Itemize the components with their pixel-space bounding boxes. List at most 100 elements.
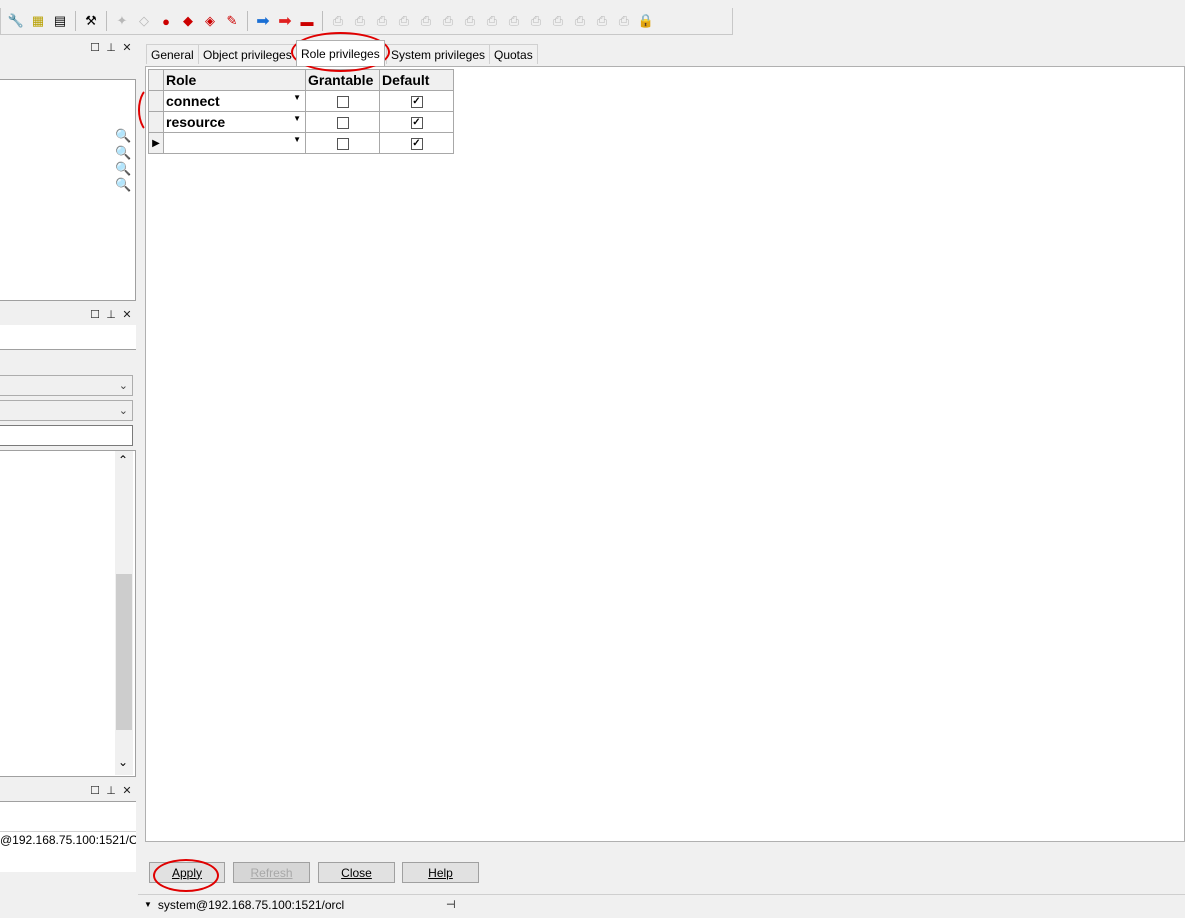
- current-row-indicator-icon[interactable]: ▶: [148, 132, 164, 154]
- grantable-cell: [305, 132, 380, 154]
- commit-icon[interactable]: ◆: [177, 10, 199, 32]
- debug-icon[interactable]: ✎: [221, 10, 243, 32]
- grantable-cell: [305, 90, 380, 112]
- disabled-tool-icon[interactable]: ⎙: [569, 10, 591, 32]
- dropdown-arrow-icon[interactable]: ▼: [293, 93, 301, 102]
- search-icon[interactable]: 🔍: [115, 161, 131, 177]
- panel-header-top: ☐ ⊥ ✕: [0, 38, 136, 58]
- annotation-circle-apply-button: [153, 859, 219, 892]
- scroll-down-icon[interactable]: ⌄: [118, 755, 128, 769]
- role-cell[interactable]: connect ▼: [163, 90, 306, 112]
- close-button[interactable]: Close: [318, 862, 395, 883]
- stop-icon[interactable]: ●: [155, 10, 177, 32]
- pin-icon[interactable]: ⊥: [106, 42, 116, 54]
- toolbar-separator: [247, 11, 248, 31]
- status-dropdown-icon[interactable]: ▼: [144, 900, 152, 909]
- default-checkbox[interactable]: [410, 138, 423, 151]
- connection-item[interactable]: @192.168.75.100:1521/OR: [0, 831, 136, 847]
- scrollbar[interactable]: ⌃ ⌄: [115, 451, 133, 775]
- explain-plan-icon[interactable]: 🔧: [5, 10, 27, 32]
- report-icon[interactable]: ▤: [49, 10, 71, 32]
- disabled-tool-icon[interactable]: ⎙: [437, 10, 459, 32]
- disabled-tool-icon[interactable]: ⎙: [393, 10, 415, 32]
- sql-editor-icon[interactable]: ▦: [27, 10, 49, 32]
- owner-select[interactable]: ⌄: [0, 400, 133, 421]
- disabled-tool-icon[interactable]: ⎙: [547, 10, 569, 32]
- scroll-thumb[interactable]: [116, 574, 132, 730]
- step-blue-icon[interactable]: ➡: [252, 10, 274, 32]
- toolbar-separator: [322, 11, 323, 31]
- column-header-grantable[interactable]: Grantable: [305, 69, 380, 91]
- role-value: connect: [166, 93, 220, 109]
- role-privileges-grid: Role Grantable Default connect ▼ resource…: [148, 69, 454, 154]
- dropdown-arrow-icon[interactable]: ▼: [293, 114, 301, 123]
- panel-header-bottom: ☐ ⊥ ✕: [0, 781, 136, 801]
- pin-icon[interactable]: ⊥: [106, 309, 116, 321]
- grantable-cell: [305, 111, 380, 133]
- disabled-tool-icon[interactable]: ⎙: [503, 10, 525, 32]
- search-icon[interactable]: 🔍: [115, 177, 131, 193]
- role-privileges-content: [145, 66, 1185, 842]
- default-checkbox[interactable]: [410, 96, 423, 109]
- refresh-button[interactable]: Refresh: [233, 862, 310, 883]
- help-button[interactable]: Help: [402, 862, 479, 883]
- grantable-checkbox[interactable]: [336, 96, 349, 109]
- disabled-tool-icon[interactable]: ⎙: [327, 10, 349, 32]
- table-row: ▶ ▼: [148, 132, 454, 154]
- restore-icon[interactable]: ☐: [90, 42, 100, 54]
- toolbar-separator: [106, 11, 107, 31]
- object-type-select[interactable]: ⌄: [0, 375, 133, 396]
- status-connection[interactable]: system@192.168.75.100:1521/orcl: [158, 898, 344, 912]
- role-cell[interactable]: ▼: [163, 132, 306, 154]
- tab-general[interactable]: General: [146, 44, 199, 64]
- grantable-checkbox[interactable]: [336, 117, 349, 130]
- run-lock-icon[interactable]: 🔒: [635, 10, 657, 32]
- break-icon[interactable]: ▬: [296, 10, 318, 32]
- grantable-checkbox[interactable]: [336, 138, 349, 151]
- annotation-bracket-roles: [138, 86, 166, 134]
- filter-input[interactable]: [0, 425, 133, 446]
- disabled-tool-icon[interactable]: ⎙: [591, 10, 613, 32]
- step-red-icon[interactable]: ➡: [274, 10, 296, 32]
- pin-icon[interactable]: ⊣: [446, 898, 456, 911]
- default-checkbox[interactable]: [410, 117, 423, 130]
- panel-header-middle: ☐ ⊥ ✕: [0, 305, 136, 325]
- close-icon[interactable]: ✕: [122, 42, 132, 54]
- table-row: connect ▼: [148, 90, 454, 112]
- disabled-tool-icon[interactable]: ⎙: [481, 10, 503, 32]
- disabled-tool-icon[interactable]: ⎙: [349, 10, 371, 32]
- scroll-up-icon[interactable]: ⌃: [118, 453, 128, 467]
- eraser-icon[interactable]: ◇: [133, 10, 155, 32]
- column-header-default[interactable]: Default: [379, 69, 454, 91]
- search-icon[interactable]: 🔍: [115, 145, 131, 161]
- close-icon[interactable]: ✕: [122, 785, 132, 797]
- restore-icon[interactable]: ☐: [90, 785, 100, 797]
- restore-icon[interactable]: ☐: [90, 309, 100, 321]
- default-cell: [379, 111, 454, 133]
- compile-icon[interactable]: ✦: [111, 10, 133, 32]
- default-cell: [379, 132, 454, 154]
- column-header-role[interactable]: Role: [163, 69, 306, 91]
- toolbar-separator: [75, 11, 76, 31]
- tab-system-privileges[interactable]: System privileges: [386, 44, 491, 64]
- main-toolbar: 🔧 ▦ ▤ ⚒ ✦ ◇ ● ◆ ◈ ✎ ➡ ➡ ▬ ⎙ ⎙ ⎙ ⎙ ⎙ ⎙ ⎙ …: [0, 8, 733, 35]
- tab-object-privileges[interactable]: Object privileges: [198, 44, 297, 64]
- panel-divider: [0, 325, 136, 350]
- role-cell[interactable]: resource ▼: [163, 111, 306, 133]
- status-bar: ▼ system@192.168.75.100:1521/orcl ⊣: [138, 894, 1185, 914]
- pin-icon[interactable]: ⊥: [106, 785, 116, 797]
- disabled-tool-icon[interactable]: ⎙: [613, 10, 635, 32]
- search-icon[interactable]: 🔍: [115, 128, 131, 144]
- disabled-tool-icon[interactable]: ⎙: [371, 10, 393, 32]
- close-icon[interactable]: ✕: [122, 309, 132, 321]
- disabled-tool-icon[interactable]: ⎙: [415, 10, 437, 32]
- dropdown-arrow-icon[interactable]: ▼: [293, 135, 301, 144]
- role-value: resource: [166, 114, 226, 130]
- disabled-tool-icon[interactable]: ⎙: [525, 10, 547, 32]
- table-row: resource ▼: [148, 111, 454, 133]
- tab-role-privileges[interactable]: Role privileges: [296, 40, 385, 66]
- disabled-tool-icon[interactable]: ⎙: [459, 10, 481, 32]
- tab-quotas[interactable]: Quotas: [489, 44, 538, 64]
- tools-wrench-icon[interactable]: ⚒: [80, 10, 102, 32]
- rollback-icon[interactable]: ◈: [199, 10, 221, 32]
